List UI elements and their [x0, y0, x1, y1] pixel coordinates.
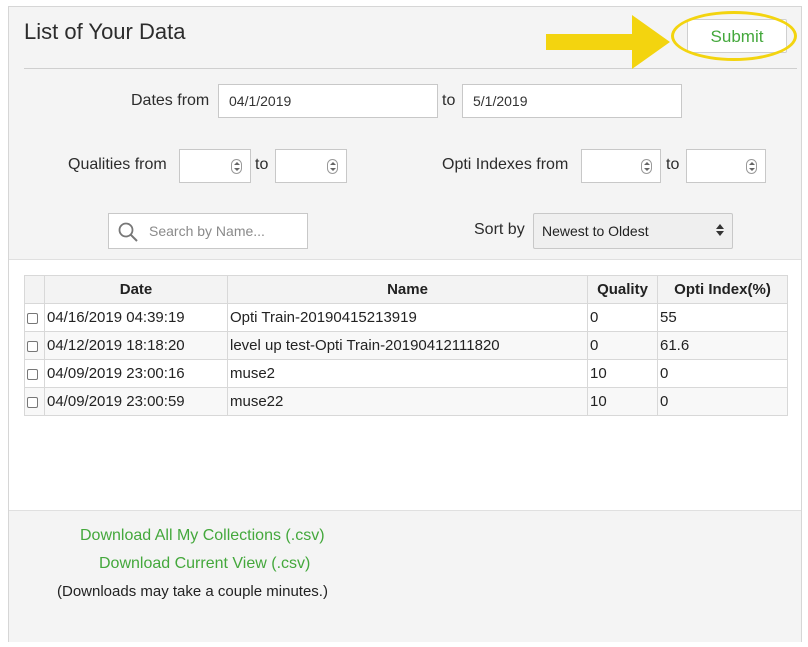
cell-name: muse22 — [227, 387, 588, 416]
table-row[interactable]: 04/12/2019 18:18:20 level up test-Opti T… — [24, 331, 788, 360]
qualities-from-label: Qualities from — [68, 156, 167, 173]
downloads-note: (Downloads may take a couple minutes.) — [57, 583, 328, 600]
filter-area: List of Your Data Submit Dates from 04/1… — [9, 7, 801, 260]
table-row[interactable]: 04/09/2019 23:00:16 muse2 10 0 — [24, 359, 788, 388]
sort-select[interactable]: Newest to Oldest — [533, 213, 733, 249]
column-header-name[interactable]: Name — [227, 275, 588, 304]
cell-quality: 0 — [587, 303, 658, 332]
cell-opti-index: 55 — [657, 303, 788, 332]
row-checkbox[interactable] — [27, 368, 38, 380]
cell-name: muse2 — [227, 359, 588, 388]
sort-select-value: Newest to Oldest — [542, 223, 649, 239]
sort-by-label: Sort by — [474, 221, 525, 238]
table-row[interactable]: 04/09/2019 23:00:59 muse22 10 0 — [24, 387, 788, 416]
cell-opti-index: 61.6 — [657, 331, 788, 360]
row-checkbox[interactable] — [27, 312, 38, 324]
cell-quality: 10 — [587, 359, 658, 388]
cell-date: 04/16/2019 04:39:19 — [44, 303, 228, 332]
table-header-row: Date Name Quality Opti Index(%) — [24, 275, 788, 304]
row-checkbox-cell[interactable] — [24, 359, 45, 388]
opti-to-label: to — [666, 156, 680, 173]
cell-date: 04/09/2019 23:00:59 — [44, 387, 228, 416]
cell-date: 04/09/2019 23:00:16 — [44, 359, 228, 388]
row-checkbox[interactable] — [27, 396, 38, 408]
spinner-icon[interactable] — [641, 159, 652, 174]
title-divider — [24, 68, 797, 69]
quality-to-stepper[interactable] — [275, 149, 347, 183]
download-current-view-link[interactable]: Download Current View (.csv) — [99, 555, 310, 573]
checkbox-header — [24, 275, 45, 304]
download-all-link[interactable]: Download All My Collections (.csv) — [80, 527, 325, 545]
spinner-icon[interactable] — [231, 159, 242, 174]
row-checkbox[interactable] — [27, 340, 38, 352]
select-arrows-icon — [716, 222, 724, 238]
opti-to-stepper[interactable] — [686, 149, 766, 183]
dates-to-label: to — [442, 92, 456, 109]
highlight-ring — [671, 11, 797, 61]
spinner-icon[interactable] — [746, 159, 757, 174]
column-header-opti-index[interactable]: Opti Index(%) — [657, 275, 788, 304]
opti-from-label: Opti Indexes from — [442, 156, 569, 173]
column-header-quality[interactable]: Quality — [587, 275, 658, 304]
date-from-input[interactable]: 04/1/2019 — [218, 84, 438, 118]
page-title: List of Your Data — [24, 19, 186, 44]
dates-from-label: Dates from — [131, 92, 210, 109]
cell-quality: 0 — [587, 331, 658, 360]
data-table: Date Name Quality Opti Index(%) 04/16/20… — [24, 275, 788, 416]
table-row[interactable]: 04/16/2019 04:39:19 Opti Train-201904152… — [24, 303, 788, 332]
cell-opti-index: 0 — [657, 387, 788, 416]
spinner-icon[interactable] — [327, 159, 338, 174]
data-list-panel: List of Your Data Submit Dates from 04/1… — [8, 6, 802, 642]
arrow-right-icon — [546, 15, 670, 69]
cell-name: Opti Train-20190415213919 — [227, 303, 588, 332]
column-header-date[interactable]: Date — [44, 275, 228, 304]
quality-from-stepper[interactable] — [179, 149, 251, 183]
search-icon — [118, 222, 138, 242]
row-checkbox-cell[interactable] — [24, 331, 45, 360]
search-placeholder: Search by Name... — [149, 223, 265, 239]
qualities-to-label: to — [255, 156, 269, 173]
cell-quality: 10 — [587, 387, 658, 416]
row-checkbox-cell[interactable] — [24, 387, 45, 416]
cell-opti-index: 0 — [657, 359, 788, 388]
opti-from-stepper[interactable] — [581, 149, 661, 183]
date-to-input[interactable]: 5/1/2019 — [462, 84, 682, 118]
downloads-area: Download All My Collections (.csv) Downl… — [9, 510, 801, 642]
row-checkbox-cell[interactable] — [24, 303, 45, 332]
cell-name: level up test-Opti Train-20190412111820 — [227, 331, 588, 360]
cell-date: 04/12/2019 18:18:20 — [44, 331, 228, 360]
search-input[interactable]: Search by Name... — [108, 213, 308, 249]
